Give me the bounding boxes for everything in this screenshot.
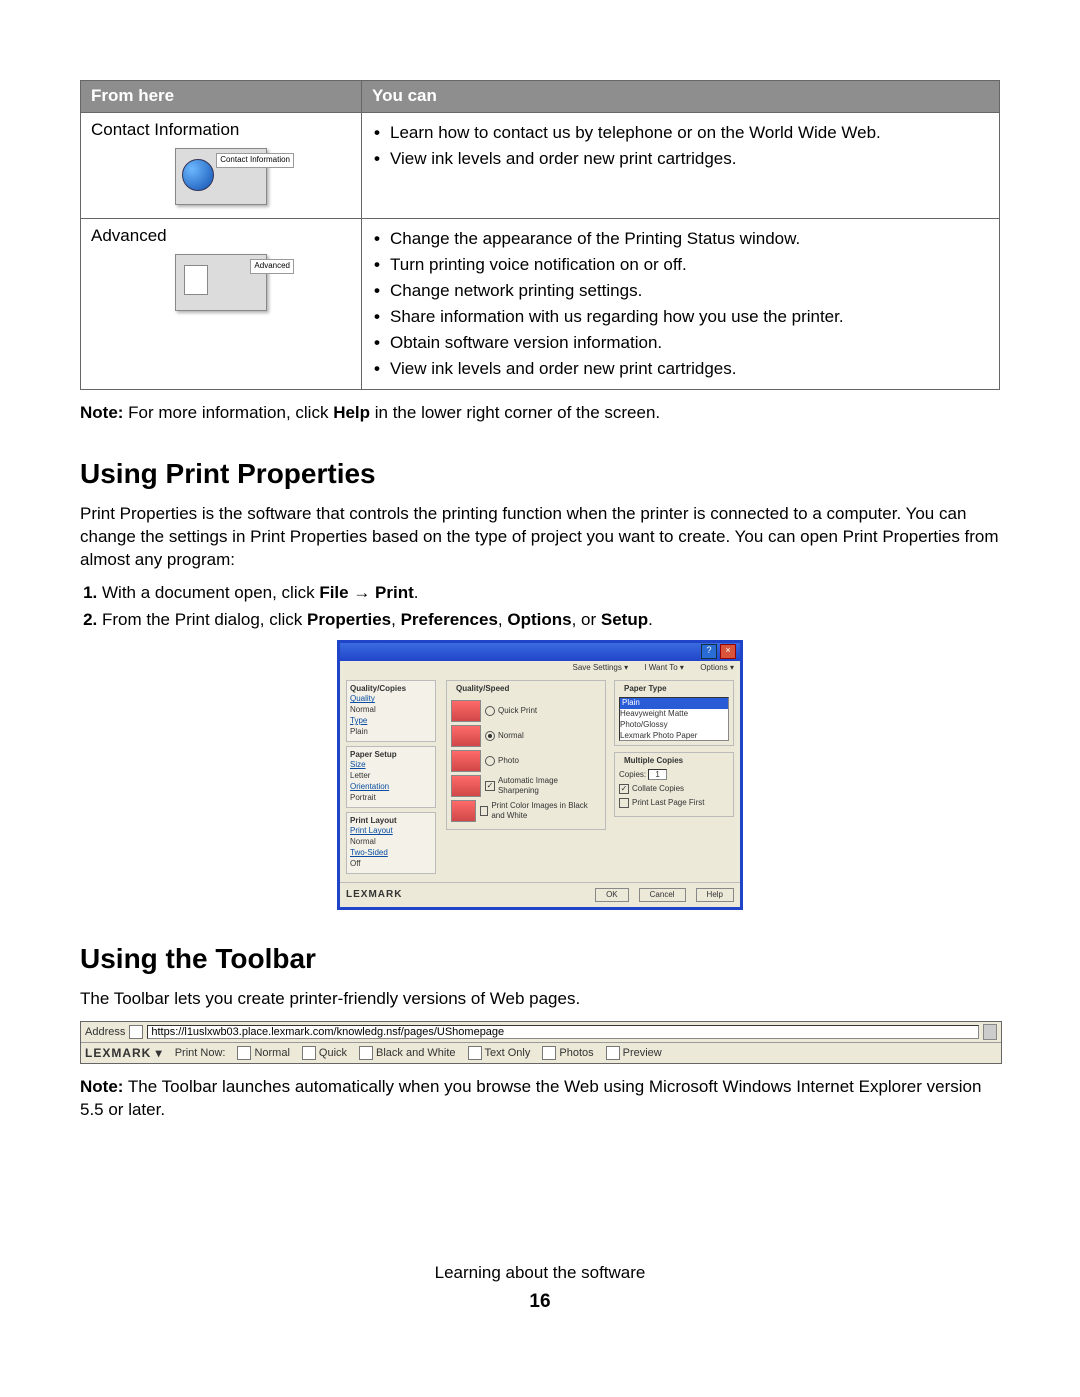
heading-using-print-properties: Using Print Properties [80,455,1000,493]
list-item: View ink levels and order new print cart… [372,148,989,171]
address-bar: Address [81,1022,1001,1043]
contact-info-thumbnail: Contact Information [175,148,267,205]
chk-bw[interactable] [480,806,489,816]
step-item: From the Print dialog, click Properties,… [102,609,1000,632]
list-item: View ink levels and order new print cart… [372,358,989,381]
note-text: Note: For more information, click Help i… [80,402,1000,425]
toolbar-item-preview[interactable]: Preview [606,1046,662,1061]
address-label: Address [85,1025,125,1040]
paragraph: The Toolbar lets you create printer-frie… [80,988,1000,1011]
group-paper-type: Paper Type Plain Heavyweight Matte Photo… [614,680,734,747]
chk-collate[interactable] [619,784,629,794]
dialog-button-row: LEXMARK OK Cancel Help [340,882,740,908]
list-item: Turn printing voice notification on or o… [372,254,989,277]
list-item: Learn how to contact us by telephone or … [372,122,989,145]
table-header-youcan: You can [362,81,1000,113]
close-button[interactable]: × [720,644,736,659]
toolbar-item-bw[interactable]: Black and White [359,1046,455,1061]
list-item: Obtain software version information. [372,332,989,355]
toolbar-row: LEXMARK ▾ Print Now: Normal Quick Black … [81,1043,1001,1063]
list-item: Share information with us regarding how … [372,306,989,329]
quality-icon [451,750,481,772]
heading-using-toolbar: Using the Toolbar [80,940,1000,978]
paper-type-list[interactable]: Plain Heavyweight Matte Photo/Glossy Lex… [619,697,729,741]
chk-auto-sharpen[interactable] [485,781,495,791]
sidebar-paper-setup[interactable]: Paper Setup Size Letter Orientation Port… [346,746,436,808]
text-icon [468,1046,482,1060]
page-number: 16 [80,1289,1000,1315]
toolbar-item-quick[interactable]: Quick [302,1046,347,1061]
from-label: Contact Information [91,120,239,139]
radio-photo[interactable] [485,756,495,766]
toolbar-item-text-only[interactable]: Text Only [468,1046,531,1061]
quick-icon [302,1046,316,1060]
thumbnail-badge: Advanced [250,259,294,274]
list-item: Change network printing settings. [372,280,989,303]
group-multiple-copies: Multiple Copies Copies: 1 Collate Copies… [614,752,734,816]
option-icon [451,775,481,797]
copies-input[interactable]: 1 [648,769,666,780]
print-properties-dialog: ? × Save Settings ▾ I Want To ▾ Options … [337,640,743,911]
toolbar-screenshot: Address LEXMARK ▾ Print Now: Normal Quic… [80,1021,1002,1064]
help-button[interactable]: ? [701,644,717,659]
thumbnail-wrap: Contact Information [91,148,351,212]
toolbar-item-normal[interactable]: Normal [237,1046,289,1061]
sidebar-quality-copies[interactable]: Quality/Copies Quality Normal Type Plain [346,680,436,742]
preview-icon [606,1046,620,1060]
cell-youcan: Change the appearance of the Printing St… [362,218,1000,390]
table-row: Contact Information Contact Information … [81,112,1000,218]
save-settings-menu[interactable]: Save Settings ▾ [573,663,629,672]
steps-list: With a document open, click File → Print… [84,582,1000,632]
list-item: Change the appearance of the Printing St… [372,228,989,251]
help-button[interactable]: Help [696,888,734,903]
dialog-titlebar: ? × [340,643,740,661]
page: From here You can Contact Information Co… [0,0,1080,1397]
advanced-thumbnail: Advanced [175,254,267,311]
document-icon [184,265,208,295]
page-footer: Learning about the software 16 [80,1262,1000,1315]
toolbar-item-photos[interactable]: Photos [542,1046,593,1061]
paragraph: Print Properties is the software that co… [80,503,1000,572]
ok-button[interactable]: OK [595,888,629,903]
options-menu[interactable]: Options ▾ [700,663,734,672]
bw-icon [359,1046,373,1060]
radio-quick-print[interactable] [485,706,495,716]
thumbnail-wrap: Advanced [91,254,351,318]
quality-icon [451,725,481,747]
group-quality-speed: Quality/Speed Quick Print Normal Photo A… [446,680,606,831]
print-now-label: Print Now: [175,1046,226,1061]
option-icon [451,800,476,822]
table-header-from: From here [81,81,362,113]
address-dropdown[interactable] [983,1024,997,1040]
from-label: Advanced [91,226,167,245]
address-input[interactable] [147,1025,979,1039]
radio-normal[interactable] [485,731,495,741]
thumbnail-badge: Contact Information [216,153,294,168]
toolbar-brand[interactable]: LEXMARK ▾ [85,1045,163,1061]
brand-logo: LEXMARK [346,888,402,902]
photos-icon [542,1046,556,1060]
cell-from: Advanced Advanced [81,218,362,390]
cell-from: Contact Information Contact Information [81,112,362,218]
quality-icon [451,700,481,722]
cell-youcan: Learn how to contact us by telephone or … [362,112,1000,218]
globe-icon [182,159,214,191]
dialog-menu-row: Save Settings ▾ I Want To ▾ Options ▾ [340,661,740,676]
printer-icon [237,1046,251,1060]
print-properties-dialog-screenshot: ? × Save Settings ▾ I Want To ▾ Options … [80,640,1000,911]
sidebar-print-layout[interactable]: Print Layout Print Layout Normal Two-Sid… [346,812,436,874]
table-row: Advanced Advanced Change the appearance … [81,218,1000,390]
dialog-sidebar: Quality/Copies Quality Normal Type Plain… [340,676,440,882]
page-icon [129,1025,143,1039]
from-here-table: From here You can Contact Information Co… [80,80,1000,390]
chk-last-first[interactable] [619,798,629,808]
i-want-to-menu[interactable]: I Want To ▾ [644,663,684,672]
step-item: With a document open, click File → Print… [102,582,1000,605]
cancel-button[interactable]: Cancel [639,888,686,903]
footer-caption: Learning about the software [80,1262,1000,1285]
note-text: Note: The Toolbar launches automatically… [80,1076,1000,1122]
